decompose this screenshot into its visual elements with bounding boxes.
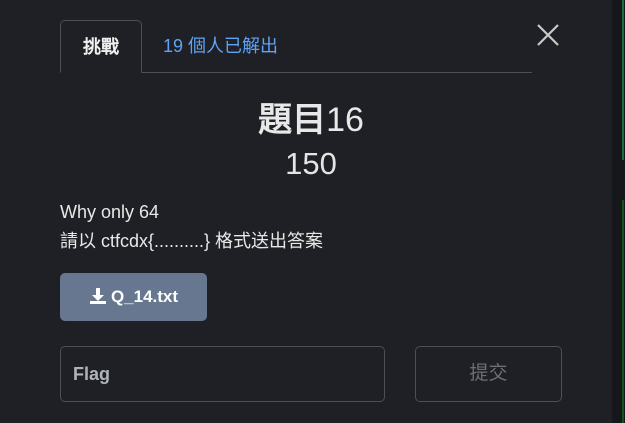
submit-button[interactable]: 提交 [415,346,562,402]
challenge-description: Why only 64 請以 ctfcdx{..........} 格式送出答案 [60,198,323,256]
edge-line [622,200,624,423]
challenge-points: 150 [285,146,337,181]
title-prefix: 題目 [258,101,327,139]
download-file-button[interactable]: Q_14.txt [60,273,207,321]
close-icon [537,24,559,46]
tab-challenge[interactable]: 挑戰 [60,20,142,73]
download-icon [89,288,106,304]
edge-line [622,0,624,160]
description-line: 請以 ctfcdx{..........} 格式送出答案 [60,231,324,251]
tab-solves[interactable]: 19 個人已解出 [163,20,278,72]
close-button[interactable] [535,22,561,48]
file-name: Q_14.txt [110,287,179,306]
description-line: Why only 64 [60,202,160,222]
challenge-modal: 挑戰 19 個人已解出 題目16 150 Why only 64 請以 ctfc… [0,0,625,423]
modal-tabs: 挑戰 19 個人已解出 [60,20,532,73]
background-strip [612,0,625,423]
challenge-title: 題目16 [0,92,622,141]
title-number: 16 [326,101,364,139]
flag-input[interactable] [60,346,385,402]
